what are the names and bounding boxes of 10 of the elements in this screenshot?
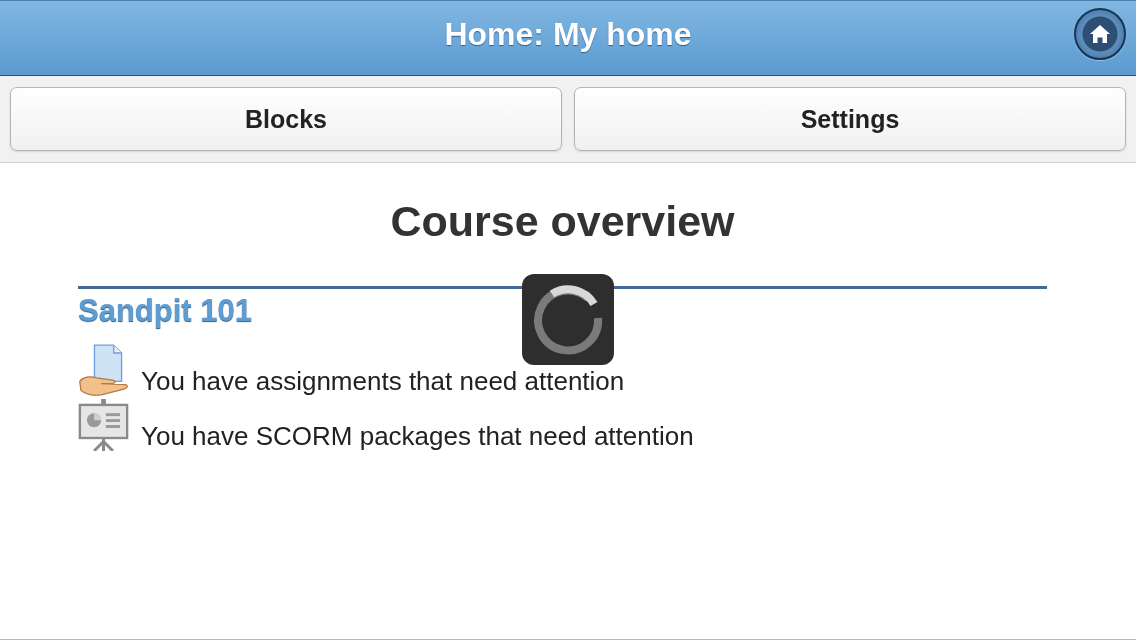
presentation-board-icon bbox=[78, 399, 129, 451]
section-heading: Course overview bbox=[389, 197, 736, 245]
home-button[interactable] bbox=[1074, 8, 1126, 60]
home-icon bbox=[1090, 25, 1110, 43]
document-hand-icon bbox=[78, 344, 129, 396]
notice-text: You have assignments that need attention bbox=[141, 366, 625, 396]
toolbar-button[interactable]: Blocks bbox=[10, 87, 562, 151]
toolbar-button[interactable]: Settings bbox=[574, 87, 1126, 151]
notice-text: You have SCORM packages that need attention bbox=[141, 421, 694, 451]
page-title: Home: My home bbox=[444, 15, 692, 53]
